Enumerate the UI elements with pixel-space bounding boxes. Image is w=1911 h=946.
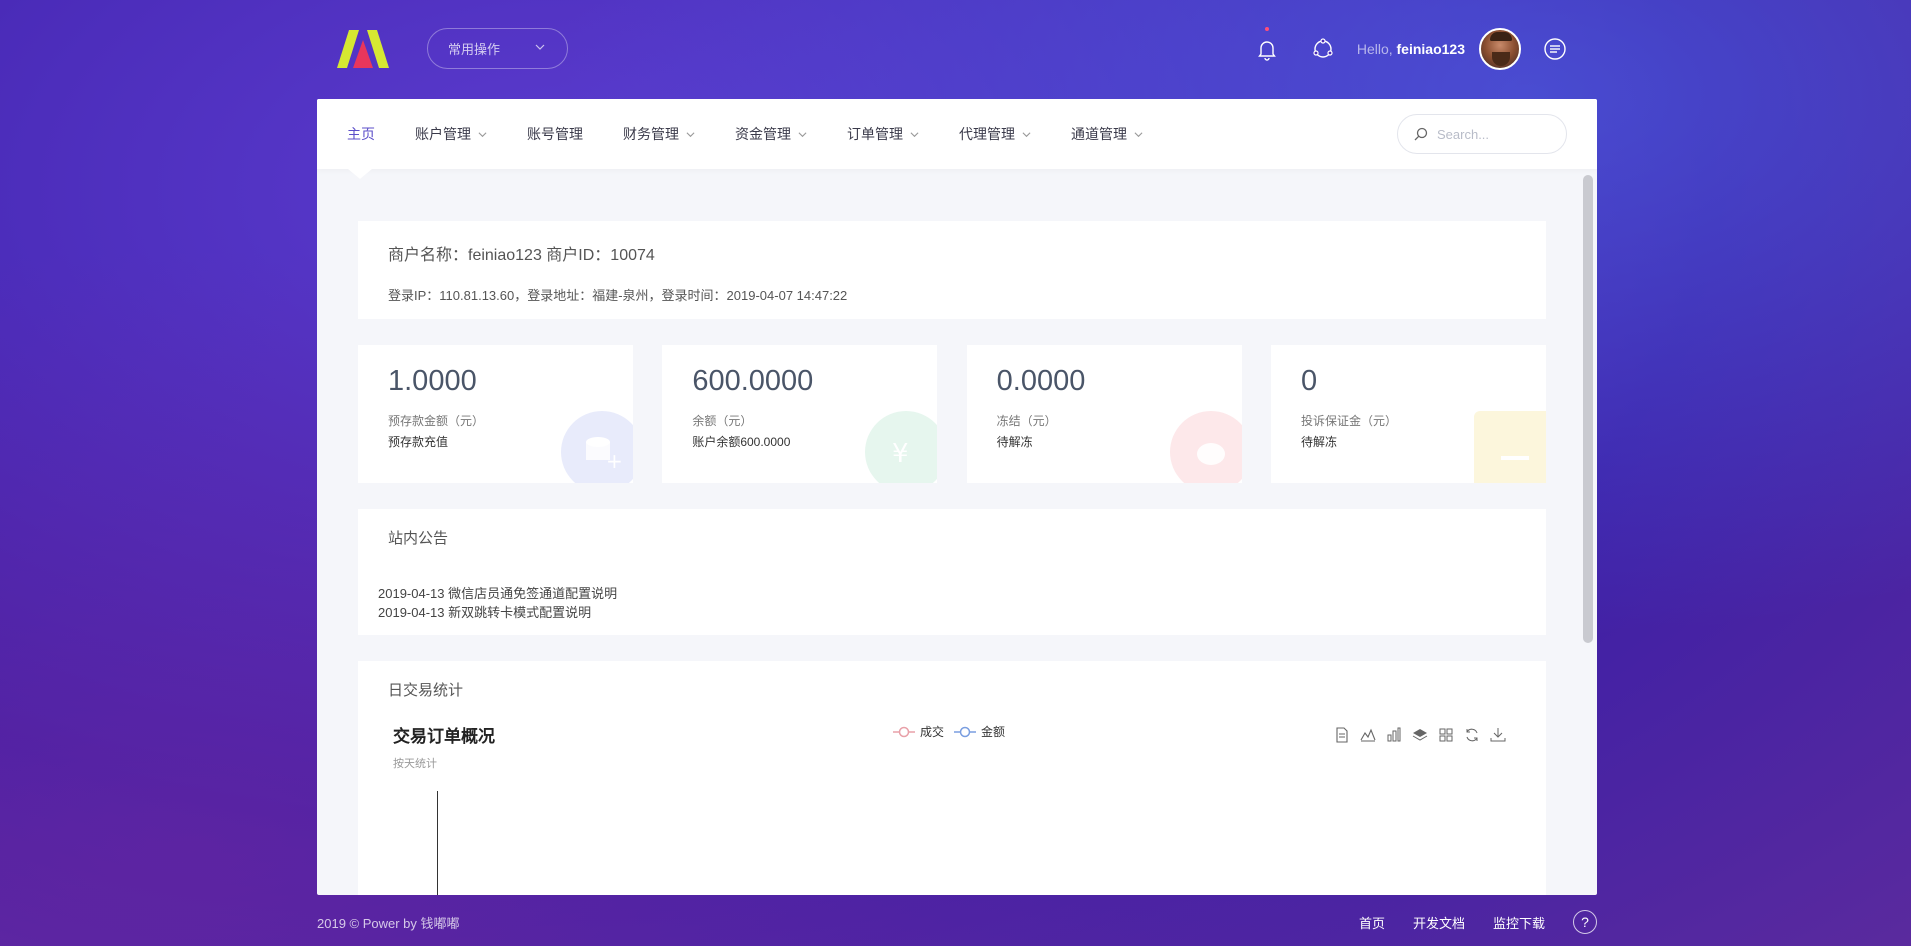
login-info: 登录IP：110.81.13.60，登录地址：福建-泉州，登录时间：2019-0… [388,288,848,303]
notice-card: 站内公告 2019-04-13 微信店员通免签通道配置说明 2019-04-13… [358,509,1546,635]
logo-icon[interactable] [337,30,389,68]
menu-icon[interactable] [1543,37,1567,61]
footer: 2019 © Power by 钱嘟嘟 首页 开发文档 监控下载 ? [317,910,1597,934]
stat-value: 600.0000 [692,365,814,397]
notice-title: 站内公告 [388,530,449,547]
ticket-icon [1473,411,1546,483]
main-panel: 主页 账户管理 账号管理 财务管理 资金管理 订单管理 代理管理 通道管理 Se… [317,99,1597,895]
dashboard-content: 商户名称：feiniao123 商户ID：10074 登录IP：110.81.1… [358,221,1546,895]
merchant-info-card: 商户名称：feiniao123 商户ID：10074 登录IP：110.81.1… [358,221,1546,319]
chevron-down-icon [478,131,487,137]
line-chart-icon[interactable] [1360,727,1376,743]
chevron-down-icon [910,131,919,137]
notification-dot [1264,27,1269,31]
chat-button[interactable] [1311,37,1335,61]
nav-item-home[interactable]: 主页 [347,124,375,144]
chevron-down-icon [1022,131,1031,137]
tiled-icon[interactable] [1438,727,1454,743]
footer-link-home[interactable]: 首页 [1359,913,1385,932]
notice-item[interactable]: 2019-04-13 微信店员通免签通道配置说明 [378,584,1516,603]
notice-item[interactable]: 2019-04-13 新双跳转卡模式配置说明 [378,603,1516,622]
username: feiniao123 [1396,41,1465,57]
legend-item-deals[interactable]: 成交 [893,723,944,740]
bar-chart-icon[interactable] [1386,727,1402,743]
top-bar: 常用操作 Hello, feiniao123 [317,0,1597,98]
chevron-down-icon [686,131,695,137]
nav-item-agents[interactable]: 代理管理 [959,124,1031,144]
nav-item-orders[interactable]: 订单管理 [847,124,919,144]
stat-value: 1.0000 [388,365,477,397]
stack-icon[interactable] [1412,727,1428,743]
copyright: 2019 © Power by 钱嘟嘟 [317,916,460,931]
top-icons: Hello, feiniao123 [1255,27,1567,70]
footer-link-monitor-download[interactable]: 监控下载 [1493,913,1545,932]
restore-icon[interactable] [1464,727,1480,743]
scrollbar[interactable] [1583,175,1593,643]
stat-card-balance[interactable]: 600.0000 余额（元） 账户余额600.0000 ¥ [662,345,938,483]
section-title: 日交易统计 [388,682,464,699]
chart-subtitle: 按天统计 [393,758,437,770]
bell-icon [1257,41,1276,61]
svg-text:¥: ¥ [892,439,909,469]
quick-ops-label: 常用操作 [448,42,501,57]
footer-links: 首页 开发文档 监控下载 ? [1359,910,1597,934]
chart-legend: 成交 金额 [893,723,1015,740]
legend-item-amount[interactable]: 金额 [954,723,1005,740]
chevron-down-icon [1134,131,1143,137]
legend-marker-icon [954,726,977,737]
svg-text:+: + [606,449,623,473]
merchant-name-id: 商户名称：feiniao123 商户ID：10074 [388,247,655,264]
chart-toolbox [1324,727,1506,743]
nav-item-accounts[interactable]: 账号管理 [527,124,583,144]
stat-card-frozen[interactable]: 0.0000 冻结（元） 待解冻 [966,345,1242,483]
download-icon[interactable] [1490,727,1506,743]
search-placeholder: Search... [1437,126,1490,142]
data-view-icon[interactable] [1334,727,1350,743]
footer-link-docs[interactable]: 开发文档 [1413,913,1465,932]
legend-marker-icon [893,726,915,737]
chevron-down-icon [798,131,807,137]
nav-item-account-manage[interactable]: 账户管理 [415,124,487,144]
help-icon[interactable]: ? [1573,910,1597,934]
stats-row: 1.0000 预存款金额（元） 预存款充值 + 600.0000 余额（元） 账… [358,345,1546,483]
stat-card-prepaid[interactable]: 1.0000 预存款金额（元） 预存款充值 + [358,345,633,483]
nav-item-funds[interactable]: 资金管理 [735,124,807,144]
quick-ops-select[interactable]: 常用操作 [427,28,568,69]
nav-item-finance[interactable]: 财务管理 [623,124,695,144]
active-nav-pointer [348,169,372,179]
avatar[interactable] [1479,28,1521,70]
nav-item-channels[interactable]: 通道管理 [1071,124,1143,144]
daily-stats-card: 日交易统计 交易订单概况 按天统计 成交 金额 [358,661,1546,895]
stat-card-deposit[interactable]: 0 投诉保证金（元） 待解冻 [1270,345,1546,483]
chart-y-axis [437,791,438,895]
search-icon [1414,127,1428,141]
main-nav: 主页 账户管理 账号管理 财务管理 资金管理 订单管理 代理管理 通道管理 Se… [317,99,1597,179]
stat-value: 0 [1300,365,1318,397]
notification-button[interactable] [1255,27,1279,61]
chevron-down-icon [535,44,545,50]
connection-icon [1313,38,1333,58]
search-input[interactable]: Search... [1397,114,1567,154]
user-greeting: Hello, feiniao123 [1356,41,1465,57]
stat-value: 0.0000 [996,365,1086,397]
